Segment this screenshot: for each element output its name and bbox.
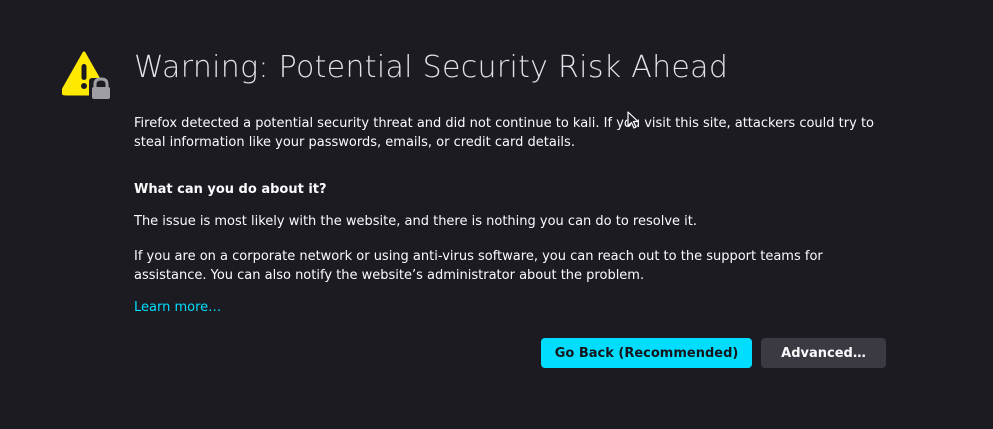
corporate-network-text: If you are on a corporate network or usi…	[134, 249, 823, 283]
intro-text: Firefox detected a potential security th…	[134, 116, 874, 150]
mouse-cursor-icon	[627, 111, 639, 129]
warning-lock-icon	[60, 50, 114, 100]
advanced-button[interactable]: Advanced…	[761, 338, 886, 368]
learn-more-link[interactable]: Learn more…	[134, 298, 221, 317]
page-title: Warning: Potential Security Risk Ahead	[134, 50, 729, 85]
what-can-you-do-heading: What can you do about it?	[134, 182, 327, 197]
issue-text: The issue is most likely with the websit…	[134, 214, 697, 229]
go-back-button[interactable]: Go Back (Recommended)	[541, 338, 752, 368]
